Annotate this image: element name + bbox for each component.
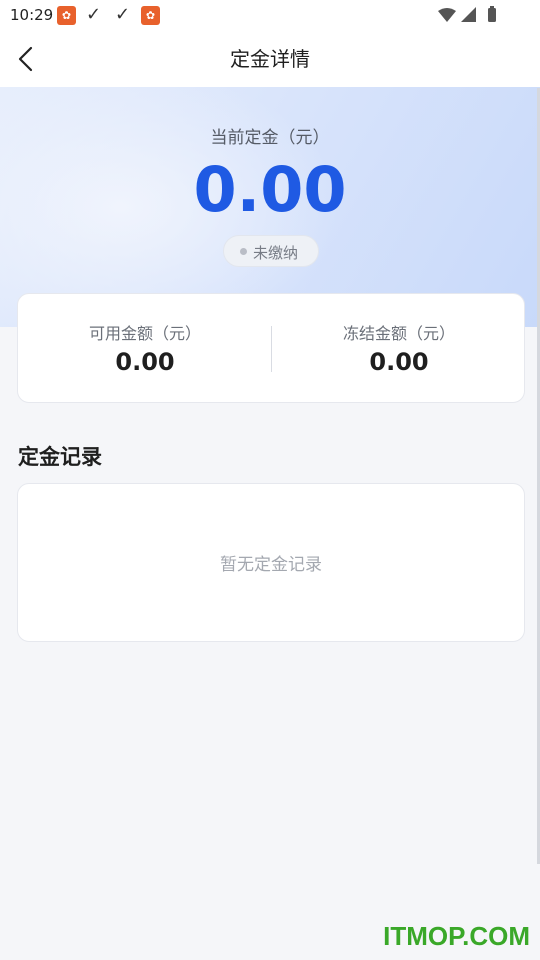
deposit-records-list: 暂无定金记录 — [17, 483, 525, 642]
chevron-left-icon — [18, 46, 33, 72]
deposit-summary-banner: 当前定金（元） 0.00 未缴纳 — [0, 87, 540, 327]
watermark-logo: ITMOP.COM — [383, 921, 530, 951]
status-time: 10:29 — [10, 6, 54, 24]
frozen-balance-value: 0.00 — [369, 348, 429, 376]
wifi-icon — [438, 8, 456, 22]
available-balance: 可用金额（元） 0.00 — [18, 294, 272, 404]
available-balance-label: 可用金额（元） — [88, 324, 201, 343]
balance-card: 可用金额（元） 0.00 冻结金额（元） 0.00 — [17, 293, 525, 403]
check-icon: ✓ — [115, 4, 131, 25]
signal-icon — [461, 7, 476, 22]
app-notification-icon: ✿ — [141, 6, 160, 25]
status-bar: 10:29 ✿ ✓ ✓ ✿ — [0, 0, 540, 32]
current-deposit-label: 当前定金（元） — [210, 128, 330, 148]
current-deposit-amount: 0.00 — [193, 153, 347, 226]
deposit-records-title: 定金记录 — [18, 445, 102, 469]
top-navigation-bar: 定金详情 — [0, 32, 540, 87]
battery-icon — [488, 8, 496, 22]
app-notification-icon: ✿ — [57, 6, 76, 25]
back-button[interactable] — [10, 42, 44, 76]
payment-status-text: 未缴纳 — [253, 244, 299, 262]
available-balance-value: 0.00 — [115, 348, 175, 376]
frozen-balance: 冻结金额（元） 0.00 — [272, 294, 526, 404]
page-title: 定金详情 — [230, 47, 310, 71]
status-dot-icon — [240, 248, 247, 255]
status-right-icons — [438, 6, 496, 22]
check-icon: ✓ — [86, 4, 102, 25]
empty-records-message: 暂无定金记录 — [220, 555, 322, 575]
payment-status-badge: 未缴纳 — [223, 235, 319, 267]
frozen-balance-label: 冻结金额（元） — [342, 324, 455, 343]
